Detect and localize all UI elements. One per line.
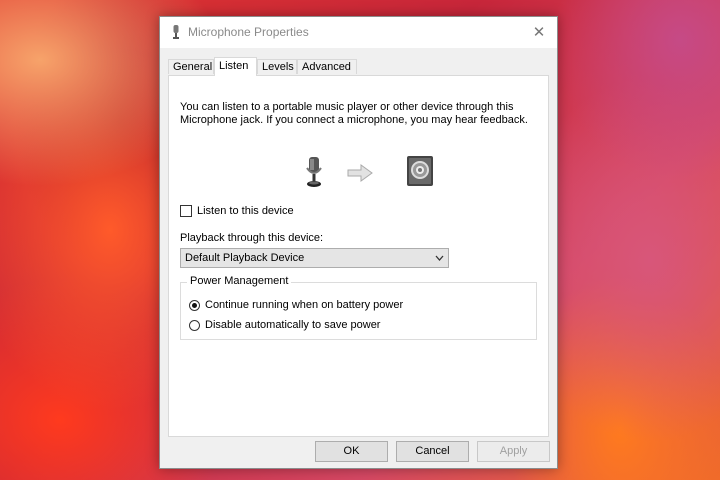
playback-device-value: Default Playback Device: [185, 252, 305, 264]
speaker-icon: [407, 156, 433, 186]
ok-button[interactable]: OK: [315, 441, 388, 462]
disable-automatically-radio[interactable]: [189, 320, 200, 331]
tab-advanced[interactable]: Advanced: [297, 59, 357, 74]
close-button[interactable]: ✕: [521, 17, 557, 48]
power-management-legend: Power Management: [187, 275, 292, 287]
chevron-down-icon: [435, 255, 444, 261]
listen-description: You can listen to a portable music playe…: [180, 101, 528, 126]
listen-to-device-label[interactable]: Listen to this device: [197, 205, 294, 217]
continue-running-label[interactable]: Continue running when on battery power: [205, 299, 403, 311]
listen-tab-panel: You can listen to a portable music playe…: [168, 75, 549, 437]
title-bar[interactable]: Microphone Properties ✕: [160, 17, 557, 48]
listen-to-device-checkbox[interactable]: [180, 205, 192, 217]
continue-running-radio[interactable]: [189, 300, 200, 311]
tab-listen[interactable]: Listen: [214, 57, 257, 76]
disable-automatically-label[interactable]: Disable automatically to save power: [205, 319, 380, 331]
window-title: Microphone Properties: [188, 25, 309, 39]
microphone-icon: [173, 25, 179, 39]
cancel-button[interactable]: Cancel: [396, 441, 469, 462]
microphone-properties-dialog: Microphone Properties ✕ General Listen L…: [159, 16, 558, 469]
playback-device-label: Playback through this device:: [180, 232, 324, 244]
arrow-right-icon: [347, 164, 373, 182]
device-icon-row: [169, 154, 550, 194]
tab-levels[interactable]: Levels: [257, 59, 297, 74]
playback-device-select[interactable]: Default Playback Device: [180, 248, 449, 268]
microphone-icon: [306, 157, 322, 187]
power-management-group: Power Management Continue running when o…: [180, 275, 537, 340]
tab-general[interactable]: General: [168, 59, 214, 74]
apply-button[interactable]: Apply: [477, 441, 550, 462]
